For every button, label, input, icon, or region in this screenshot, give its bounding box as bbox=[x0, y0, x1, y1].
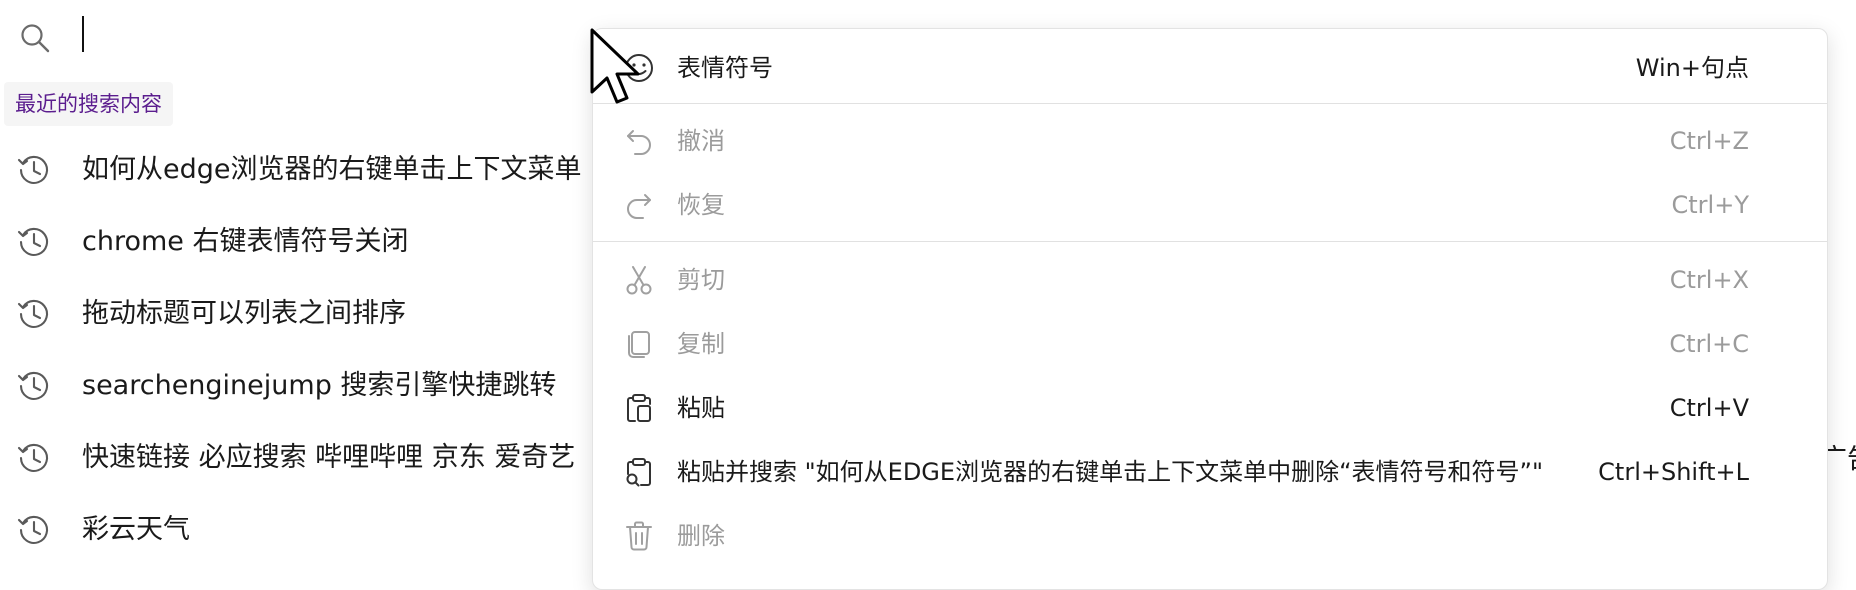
menu-item-delete[interactable]: 删除 bbox=[593, 505, 1827, 567]
delete-icon bbox=[626, 521, 652, 551]
menu-item-label: 撤消 bbox=[677, 127, 725, 155]
history-item-text: chrome 右键表情符号关闭 bbox=[82, 226, 409, 257]
redo-icon bbox=[627, 194, 651, 219]
menu-item-label: 粘贴 bbox=[677, 394, 725, 422]
menu-item-paste-and-search[interactable]: 粘贴并搜索 "如何从EDGE浏览器的右键单击上下文菜单中删除“表情符号和符号”"… bbox=[593, 441, 1827, 503]
paste-icon bbox=[627, 394, 651, 422]
history-icon bbox=[17, 155, 49, 184]
history-icon bbox=[17, 443, 49, 472]
cut-icon bbox=[626, 266, 652, 295]
emoji-icon bbox=[625, 54, 653, 82]
history-icon bbox=[17, 227, 49, 256]
menu-item-label: 复制 bbox=[677, 330, 725, 358]
menu-item-undo[interactable]: 撤消 Ctrl+Z bbox=[593, 110, 1827, 172]
menu-item-shortcut: Ctrl+C bbox=[1669, 330, 1749, 358]
history-icon bbox=[17, 515, 49, 544]
menu-item-label: 删除 bbox=[677, 522, 725, 550]
menu-separator bbox=[593, 103, 1827, 104]
history-item-text: 如何从edge浏览器的右键单击上下文菜单 bbox=[82, 154, 582, 185]
history-icon bbox=[17, 299, 49, 328]
menu-item-label: 恢复 bbox=[677, 191, 725, 219]
paste-search-icon bbox=[626, 458, 651, 487]
menu-item-shortcut: Ctrl+Shift+L bbox=[1598, 458, 1749, 486]
history-item-text: searchenginejump 搜索引擎快捷跳转 bbox=[82, 370, 557, 401]
menu-item-paste[interactable]: 粘贴 Ctrl+V bbox=[593, 377, 1827, 439]
menu-item-redo[interactable]: 恢复 Ctrl+Y bbox=[593, 174, 1827, 236]
history-item-text: 拖动标题可以列表之间排序 bbox=[82, 298, 406, 329]
history-item-text: 快速链接 必应搜索 哔哩哔哩 京东 爱奇艺 bbox=[82, 442, 576, 473]
history-item-text: 彩云天气 bbox=[82, 514, 190, 545]
menu-item-copy[interactable]: 复制 Ctrl+C bbox=[593, 313, 1827, 375]
menu-separator bbox=[593, 241, 1827, 242]
menu-item-label: 表情符号 bbox=[677, 54, 773, 82]
menu-item-emoji[interactable]: 表情符号 Win+句点 bbox=[593, 37, 1827, 99]
copy-icon bbox=[628, 331, 650, 358]
undo-icon bbox=[627, 130, 651, 155]
menu-item-label: 粘贴并搜索 "如何从EDGE浏览器的右键单击上下文菜单中删除“表情符号和符号”" bbox=[677, 458, 1543, 486]
menu-item-shortcut: Ctrl+Z bbox=[1669, 127, 1749, 155]
context-menu: 表情符号 Win+句点 撤消 Ctrl+Z 恢复 Ctrl+Y 剪切 Ctrl+… bbox=[592, 28, 1828, 590]
menu-item-shortcut: Ctrl+Y bbox=[1671, 191, 1749, 219]
menu-item-shortcut: Ctrl+X bbox=[1669, 266, 1749, 294]
menu-item-label: 剪切 bbox=[677, 266, 725, 294]
history-icon bbox=[17, 371, 49, 400]
menu-item-shortcut: Win+句点 bbox=[1635, 54, 1749, 82]
menu-item-cut[interactable]: 剪切 Ctrl+X bbox=[593, 249, 1827, 311]
menu-item-shortcut: Ctrl+V bbox=[1669, 394, 1749, 422]
